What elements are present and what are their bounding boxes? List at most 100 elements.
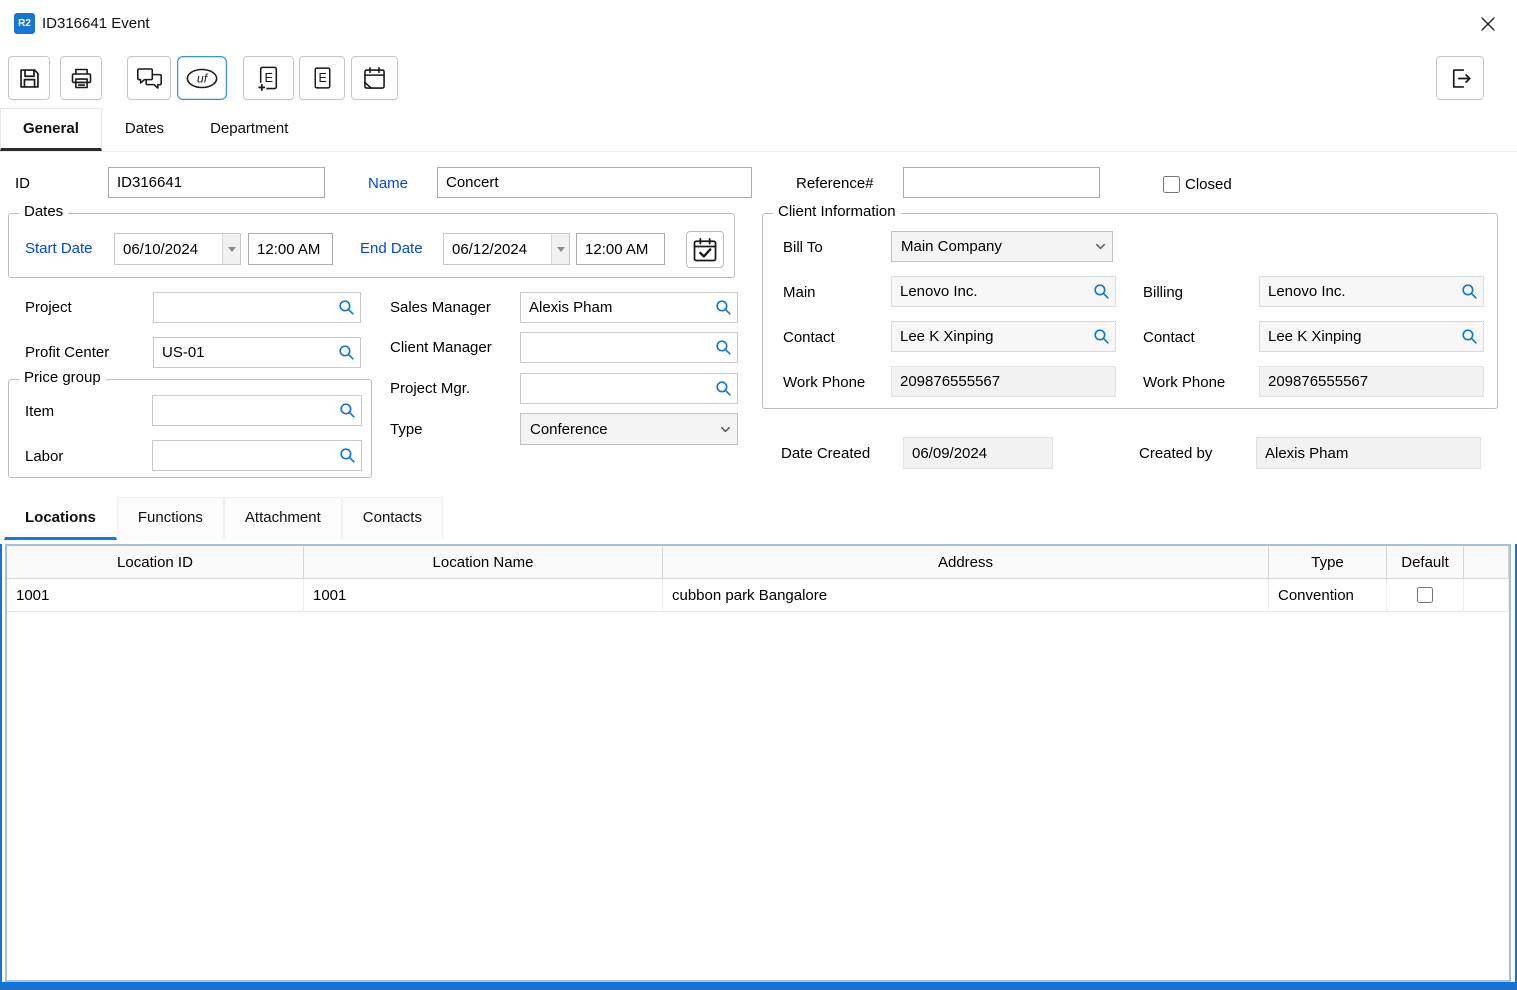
id-input[interactable] [108, 167, 325, 198]
print-icon [68, 65, 95, 92]
end-date-dropdown-icon[interactable] [551, 234, 569, 264]
labor-input[interactable] [152, 440, 362, 471]
type-label: Type [390, 421, 423, 438]
user-fields-button[interactable]: uf [177, 56, 227, 100]
end-date-label: End Date [360, 240, 423, 257]
reference-label: Reference# [796, 175, 874, 192]
window-title: ID316641 Event [42, 0, 150, 47]
calendar-button[interactable] [351, 56, 398, 100]
reference-input[interactable] [903, 167, 1100, 198]
date-created-label: Date Created [781, 445, 870, 462]
tab-locations[interactable]: Locations [4, 497, 117, 540]
event-button[interactable]: E [299, 56, 345, 100]
cell-filler [1464, 579, 1509, 612]
sales-manager-input[interactable]: Alexis Pham [520, 292, 738, 323]
id-label: ID [15, 175, 30, 192]
closed-label: Closed [1185, 176, 1232, 193]
calendar-check-button[interactable] [686, 231, 724, 268]
bill-to-label: Bill To [783, 239, 823, 256]
search-icon[interactable] [712, 338, 734, 357]
billing-contact-input[interactable]: Lee K Xinping [1259, 321, 1484, 352]
main-client-label: Main [783, 284, 816, 301]
header-address[interactable]: Address [663, 546, 1269, 579]
type-select[interactable]: Conference [520, 413, 738, 445]
search-icon[interactable] [335, 298, 357, 317]
name-label: Name [368, 175, 408, 192]
search-icon[interactable] [1090, 282, 1112, 301]
search-icon[interactable] [1458, 327, 1480, 346]
tab-general[interactable]: General [0, 108, 102, 151]
project-input[interactable] [153, 292, 361, 323]
search-icon[interactable] [712, 379, 734, 398]
header-location-name[interactable]: Location Name [304, 546, 663, 579]
chevron-down-icon[interactable] [715, 414, 735, 444]
end-date-input[interactable]: 06/12/2024 [443, 233, 570, 265]
start-date-dropdown-icon[interactable] [222, 234, 240, 264]
billing-client-input[interactable]: Lenovo Inc. [1259, 276, 1484, 307]
svg-text:uf: uf [197, 71, 209, 85]
start-date-label: Start Date [25, 240, 93, 257]
client-manager-label: Client Manager [390, 339, 492, 356]
main-work-phone-input[interactable]: 209876555567 [891, 366, 1116, 397]
event-icon: E [310, 65, 335, 92]
comments-icon [135, 65, 164, 92]
comments-button[interactable] [127, 56, 171, 100]
header-default[interactable]: Default [1387, 546, 1464, 579]
search-icon[interactable] [712, 298, 734, 317]
billing-work-phone-label: Work Phone [1143, 374, 1225, 391]
price-group-label: Price group [19, 369, 106, 386]
add-event-icon: E [255, 64, 282, 93]
default-checkbox[interactable] [1417, 587, 1433, 603]
end-time-input[interactable] [576, 233, 665, 265]
save-button[interactable] [8, 56, 50, 100]
print-button[interactable] [60, 56, 102, 100]
tab-contacts[interactable]: Contacts [342, 497, 443, 540]
table-header-row: Location ID Location Name Address Type D… [7, 546, 1509, 579]
profit-center-input[interactable]: US-01 [153, 337, 361, 368]
created-by-label: Created by [1139, 445, 1212, 462]
main-contact-input[interactable]: Lee K Xinping [891, 321, 1116, 352]
closed-checkbox[interactable] [1163, 176, 1180, 193]
title-bar: R2 ID316641 Event [0, 0, 1517, 47]
search-icon[interactable] [1458, 282, 1480, 301]
cell-type: Convention [1269, 579, 1387, 612]
calendar-icon [361, 65, 388, 92]
search-icon[interactable] [1090, 327, 1112, 346]
event-window: R2 ID316641 Event uf E E [0, 0, 1517, 990]
search-icon[interactable] [336, 401, 358, 420]
billing-contact-label: Contact [1143, 329, 1195, 346]
item-label: Item [25, 403, 54, 420]
header-type[interactable]: Type [1269, 546, 1387, 579]
client-manager-input[interactable] [520, 332, 738, 363]
table-row[interactable]: 1001 1001 cubbon park Bangalore Conventi… [7, 579, 1509, 612]
app-logo-icon: R2 [14, 13, 35, 34]
start-time-input[interactable] [248, 233, 333, 265]
date-created-value: 06/09/2024 [903, 437, 1053, 469]
tab-department[interactable]: Department [187, 108, 311, 151]
name-input[interactable] [437, 167, 752, 198]
tab-attachment[interactable]: Attachment [224, 497, 342, 540]
exit-icon [1447, 65, 1474, 92]
tab-dates[interactable]: Dates [102, 108, 187, 151]
billing-work-phone-input[interactable]: 209876555567 [1259, 366, 1484, 397]
exit-button[interactable] [1436, 56, 1484, 100]
search-icon[interactable] [335, 343, 357, 362]
search-icon[interactable] [336, 446, 358, 465]
cell-location-name: 1001 [304, 579, 663, 612]
header-location-id[interactable]: Location ID [7, 546, 304, 579]
project-label: Project [25, 299, 72, 316]
svg-text:E: E [318, 71, 326, 85]
calendar-check-icon [691, 236, 719, 264]
bill-to-select[interactable]: Main Company [891, 231, 1113, 262]
project-mgr-input[interactable] [520, 373, 738, 404]
close-button[interactable] [1473, 9, 1503, 39]
main-client-input[interactable]: Lenovo Inc. [891, 276, 1116, 307]
start-date-input[interactable]: 06/10/2024 [114, 233, 241, 265]
item-input[interactable] [152, 395, 362, 426]
dates-group-label: Dates [19, 203, 68, 220]
cell-address: cubbon park Bangalore [663, 579, 1269, 612]
tab-functions[interactable]: Functions [117, 497, 224, 540]
created-by-value: Alexis Pham [1256, 437, 1481, 469]
chevron-down-icon[interactable] [1090, 232, 1110, 261]
add-event-button[interactable]: E [243, 56, 294, 100]
